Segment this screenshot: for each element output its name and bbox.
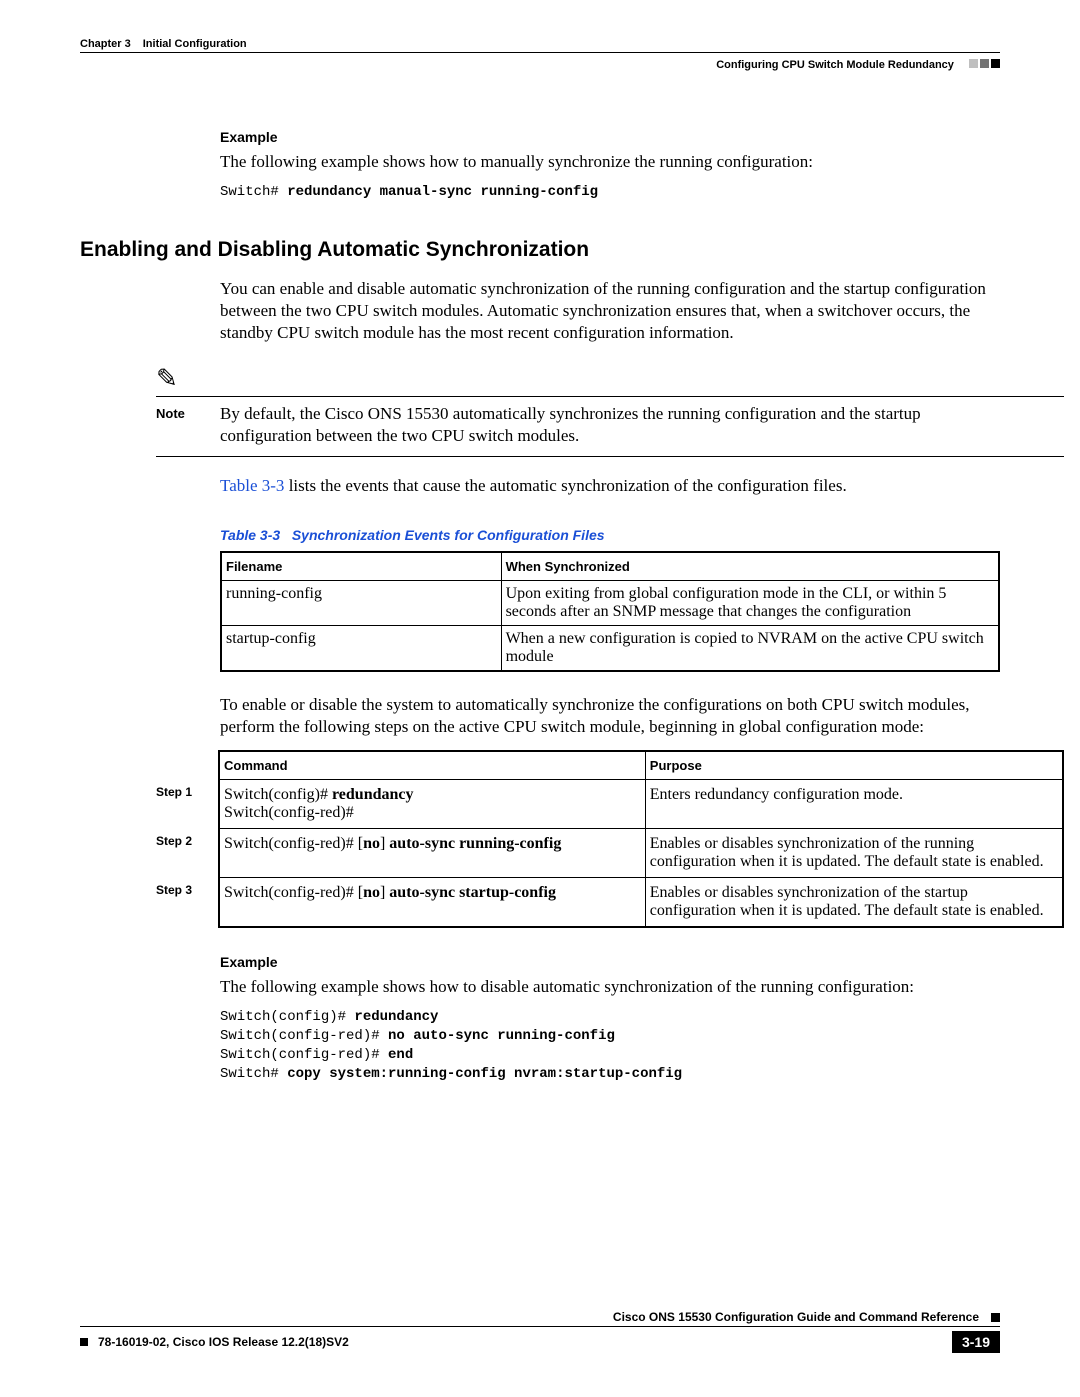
cmd-bold: no: [363, 835, 380, 852]
example-intro: The following example shows how to manua…: [220, 151, 1000, 173]
table-row: startup-config When a new configuration …: [221, 625, 999, 671]
footer-guide-title: Cisco ONS 15530 Configuration Guide and …: [613, 1310, 979, 1324]
cli-prompt: Switch(config-red)#: [220, 1047, 388, 1063]
note-text: By default, the Cisco ONS 15530 automati…: [220, 403, 1000, 447]
step-label: Step 1: [156, 779, 219, 828]
footer-square-icon: [991, 1313, 1000, 1322]
table-caption-title: Synchronization Events for Configuration…: [292, 527, 605, 543]
footer-bar-icon: [80, 1338, 88, 1346]
cmd-text: Switch(config-red)#: [224, 804, 354, 821]
sync-events-table: Filename When Synchronized running-confi…: [220, 551, 1000, 672]
cmd-bold: redundancy: [332, 786, 414, 803]
note-rule-top: [156, 396, 1064, 397]
cell-purpose: Enters redundancy configuration mode.: [645, 779, 1063, 828]
running-header: Chapter 3 Initial Configuration: [80, 38, 1000, 50]
example-heading: Example: [220, 129, 1000, 145]
table-row: Step 3 Switch(config-red)# [no] auto-syn…: [156, 877, 1063, 927]
chapter-number: Chapter 3: [80, 38, 131, 50]
step-label: Step 2: [156, 828, 219, 877]
table-row: Step 1 Switch(config)# redundancy Switch…: [156, 779, 1063, 828]
section-title: Configuring CPU Switch Module Redundancy: [80, 59, 1000, 71]
page-footer: Cisco ONS 15530 Configuration Guide and …: [80, 1308, 1000, 1353]
paragraph-1: You can enable and disable automatic syn…: [220, 278, 1000, 344]
table-caption-label: Table 3-3: [220, 527, 280, 543]
paragraph-2-rest: lists the events that cause the automati…: [284, 476, 846, 495]
cli-example-block: Switch(config)# redundancy Switch(config…: [220, 1008, 1000, 1084]
cell-purpose: Enables or disables synchronization of t…: [645, 877, 1063, 927]
cli-prompt: Switch(config-red)#: [220, 1028, 388, 1044]
cmd-text: Switch(config-red)# [: [224, 835, 363, 852]
cell-command: Switch(config)# redundancy Switch(config…: [219, 779, 645, 828]
footer-doc-id: 78-16019-02, Cisco IOS Release 12.2(18)S…: [98, 1335, 349, 1349]
cell-when: Upon exiting from global configuration m…: [501, 580, 999, 625]
table-header-filename: Filename: [221, 552, 501, 581]
cmd-text: ]: [380, 835, 389, 852]
paragraph-3: To enable or disable the system to autom…: [220, 694, 1000, 738]
cell-filename: startup-config: [221, 625, 501, 671]
cell-when: When a new configuration is copied to NV…: [501, 625, 999, 671]
note-block: ✎ Note By default, the Cisco ONS 15530 a…: [156, 366, 1000, 456]
cli-command: redundancy manual-sync running-config: [287, 184, 598, 200]
cli-prompt: Switch(config)#: [220, 1009, 354, 1025]
cmd-text: Switch(config)#: [224, 786, 332, 803]
header-squares-icon: [967, 59, 1000, 71]
example-heading: Example: [220, 954, 1000, 970]
blank-cell: [156, 751, 219, 780]
footer-rule: [80, 1326, 1000, 1327]
note-rule-bottom: [156, 456, 1064, 457]
steps-header-command: Command: [219, 751, 645, 780]
section-heading: Enabling and Disabling Automatic Synchro…: [80, 238, 1000, 262]
table-header-when: When Synchronized: [501, 552, 999, 581]
note-label: Note: [156, 403, 220, 421]
cli-prompt: Switch#: [220, 184, 287, 200]
page: Chapter 3 Initial Configuration Configur…: [0, 0, 1080, 1397]
steps-header-purpose: Purpose: [645, 751, 1063, 780]
cli-example: Switch# redundancy manual-sync running-c…: [220, 183, 1000, 202]
cmd-bold: no: [363, 884, 380, 901]
table-caption: Table 3-3 Synchronization Events for Con…: [220, 527, 1000, 543]
paragraph-2: Table 3-3 lists the events that cause th…: [220, 475, 1000, 497]
pencil-icon: ✎: [156, 366, 1000, 392]
cell-command: Switch(config-red)# [no] auto-sync start…: [219, 877, 645, 927]
steps-table-wrap: Command Purpose Step 1 Switch(config)# r…: [156, 750, 1000, 928]
example-intro: The following example shows how to disab…: [220, 976, 1000, 998]
cell-purpose: Enables or disables synchronization of t…: [645, 828, 1063, 877]
cli-command: end: [388, 1047, 413, 1063]
steps-table: Command Purpose Step 1 Switch(config)# r…: [156, 750, 1064, 928]
cmd-text: ]: [380, 884, 389, 901]
page-number: 3-19: [952, 1331, 1000, 1353]
cell-filename: running-config: [221, 580, 501, 625]
cmd-text: Switch(config-red)# [: [224, 884, 363, 901]
table-row: running-config Upon exiting from global …: [221, 580, 999, 625]
section-title-text: Configuring CPU Switch Module Redundancy: [716, 59, 954, 71]
cmd-bold: auto-sync startup-config: [389, 884, 556, 901]
content: Example The following example shows how …: [220, 129, 1000, 1083]
cli-prompt: Switch#: [220, 1066, 287, 1082]
cli-command: no auto-sync running-config: [388, 1028, 615, 1044]
header-rule: [80, 52, 1000, 53]
step-label: Step 3: [156, 877, 219, 927]
cli-command: redundancy: [354, 1009, 438, 1025]
table-row: Step 2 Switch(config-red)# [no] auto-syn…: [156, 828, 1063, 877]
table-reference-link[interactable]: Table 3-3: [220, 476, 284, 495]
cell-command: Switch(config-red)# [no] auto-sync runni…: [219, 828, 645, 877]
cli-command: copy system:running-config nvram:startup…: [287, 1066, 682, 1082]
chapter-title: Initial Configuration: [143, 38, 247, 50]
cmd-bold: auto-sync running-config: [389, 835, 561, 852]
